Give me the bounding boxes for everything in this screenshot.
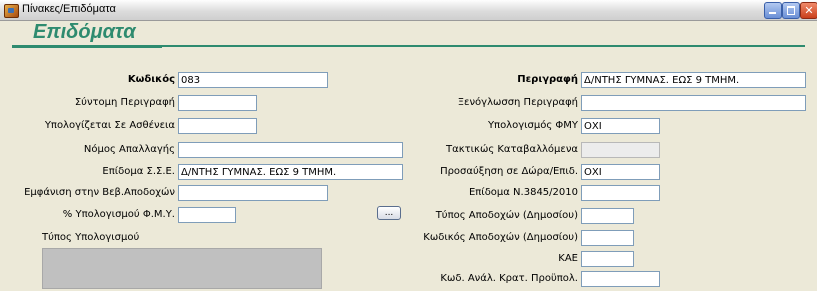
sick-calc-label: Υπολογίζεται Σε Ασθένεια [44,120,175,131]
calc-type-list[interactable] [42,248,322,289]
fmy-percent-field[interactable] [178,207,236,223]
calc-type-label: Τύπος Υπολογισμού [42,232,140,243]
exemption-law-field[interactable] [178,142,403,158]
page-title: Επιδόματα [33,21,136,43]
maximize-button[interactable] [782,2,800,19]
fmy-percent-label: % Υπολογισμού Φ.Μ.Υ. [62,209,175,220]
regular-paid-label: Τακτικώς Καταβαλλόμενα [446,144,578,155]
exemption-law-label: Νόμος Απαλλαγής [83,144,175,155]
fmy-calc-label: Υπολογισμός ΦΜΥ [487,120,578,131]
budget-code-label: Κωδ. Ανάλ. Κρατ. Προϋπολ. [440,273,578,284]
public-pay-type-field[interactable] [581,208,634,224]
window-titlebar[interactable]: Πίνακες/Επιδόματα ✕ [0,0,817,21]
minimize-icon [769,12,776,14]
kae-field[interactable] [581,251,634,267]
code-field[interactable] [178,72,328,88]
gift-increase-label: Προσαύξηση σε Δώρα/Επιδ. [440,166,578,177]
public-pay-code-field[interactable] [581,230,634,246]
code-label: Κωδικός [127,74,175,85]
minimize-button[interactable] [764,2,782,19]
header-divider-accent [12,46,162,48]
budget-code-field[interactable] [581,271,660,287]
foreign-description-field[interactable] [581,95,806,111]
kae-label: ΚΑΕ [558,253,578,264]
lookup-button[interactable]: ... [377,206,401,220]
public-pay-code-label: Κωδικός Αποδοχών (Δημοσίου) [423,232,578,243]
law-allowance-label: Επίδομα Ν.3845/2010 [468,187,578,198]
window-title: Πίνακες/Επιδόματα [22,3,116,15]
short-description-field[interactable] [178,95,257,111]
sse-allowance-field[interactable] [178,164,403,180]
foreign-description-label: Ξενόγλωσση Περιγραφή [457,97,578,108]
payslip-display-field[interactable] [178,185,328,201]
payslip-display-label: Εμφάνιση στην Βεβ.Αποδοχών [24,187,175,198]
close-icon: ✕ [804,4,814,17]
fmy-calc-field[interactable] [581,118,660,134]
short-description-label: Σύντομη Περιγραφή [74,97,175,108]
law-allowance-field[interactable] [581,185,660,201]
close-button[interactable]: ✕ [800,2,817,19]
public-pay-type-label: Τύπος Αποδοχών (Δημοσίου) [435,210,578,221]
maximize-icon [787,6,795,15]
gift-increase-field[interactable] [581,164,660,180]
description-label: Περιγραφή [517,74,578,85]
app-icon [4,4,19,18]
sick-calc-field[interactable] [178,118,257,134]
description-field[interactable] [581,72,806,88]
sse-allowance-label: Επίδομα Σ.Σ.Ε. [102,166,175,177]
regular-paid-field [581,142,660,158]
